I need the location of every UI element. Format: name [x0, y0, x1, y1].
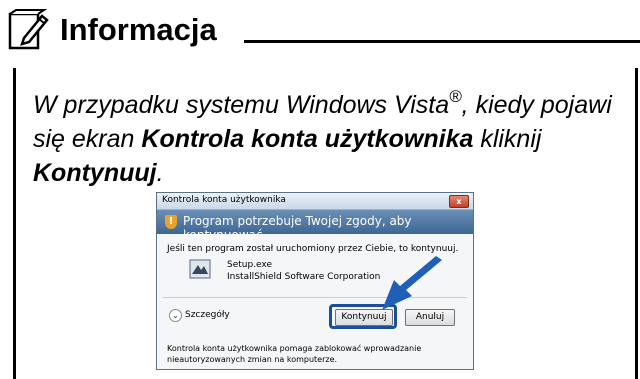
note-rule-right	[635, 68, 638, 379]
banner-text: Program potrzebuje Twojej zgody, aby kon…	[183, 214, 412, 242]
details-toggle[interactable]: Szczegóły	[185, 310, 230, 320]
program-icon	[189, 259, 211, 279]
note-rule-left	[13, 68, 16, 379]
note-title: Informacja	[60, 12, 217, 47]
note-body: W przypadku systemu Windows Vista®, kied…	[33, 86, 612, 187]
pointer-arrow-icon	[382, 256, 442, 310]
note-bold-ui-name: Kontrola konta użytkownika	[141, 125, 474, 153]
shield-warning-icon: !	[165, 215, 177, 229]
dialog-message: Jeśli ten program został uruchomiony prz…	[167, 244, 459, 254]
note-pencil-icon	[8, 9, 49, 50]
dialog-footer: Kontrola konta użytkownika pomaga zablok…	[167, 344, 422, 364]
program-publisher: InstallShield Software Corporation	[227, 272, 381, 282]
close-button[interactable]: x	[449, 195, 469, 208]
program-name: Setup.exe	[227, 260, 273, 270]
dialog-titlebar: Kontrola konta użytkownika x	[157, 193, 473, 210]
dialog-title: Kontrola konta użytkownika	[162, 195, 286, 205]
note-bold-button-name: Kontynuuj	[33, 159, 157, 187]
note-rule-top	[244, 40, 640, 43]
chevron-down-icon[interactable]: ⌄	[169, 309, 182, 322]
dialog-banner: ! Program potrzebuje Twojej zgody, aby k…	[157, 210, 473, 242]
